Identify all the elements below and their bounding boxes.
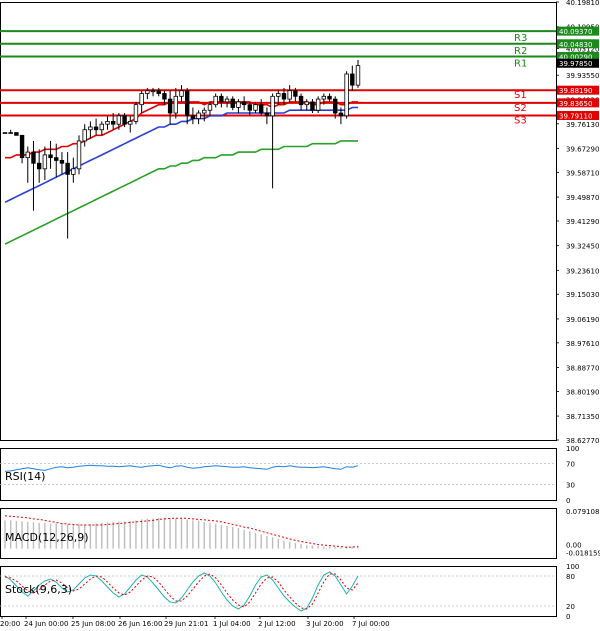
stoch-axis-tick: 100 [566, 563, 579, 571]
price-axis-tick: 39.41290 [566, 218, 599, 226]
candle [2, 132, 8, 134]
price-axis-tick: 39.06190 [566, 316, 599, 324]
price-axis-tick: 39.32450 [566, 243, 599, 251]
price-panel [0, 2, 557, 441]
macd-axis-tick: -0.018159 [566, 550, 600, 558]
x-axis-label: 26 Jun 16:00 [118, 620, 162, 628]
x-axis-label: 29 Jun 21:01 [164, 620, 208, 628]
price-axis-tick: 40.19810 [566, 0, 599, 7]
macd-axis-tick: 0.079108 [566, 508, 599, 516]
rsi-axis-tick: 30 [566, 481, 575, 489]
level-name-r1: R1 [514, 58, 527, 69]
x-axis-label: 20:00 [0, 620, 20, 628]
price-axis-tick: 39.15030 [566, 291, 599, 299]
level-name-s2: S2 [514, 103, 527, 114]
stoch-title: Stock(9,6,3) [5, 583, 72, 596]
candle [344, 71, 349, 119]
stoch-axis-tick: 0 [566, 613, 570, 621]
candle [315, 96, 321, 114]
x-axis-label: 2 Jul 12:00 [258, 620, 296, 628]
price-axis-tick: 39.23610 [566, 267, 599, 275]
stoch-axis-tick: 80 [566, 573, 575, 581]
price-axis-tick: 38.97610 [566, 340, 599, 348]
macd-axis-tick: 0.00 [566, 542, 582, 550]
candle [133, 101, 139, 125]
rsi-axis-tick: 0 [566, 497, 570, 505]
rsi-panel [0, 448, 557, 501]
price-axis-tick: 38.88770 [566, 364, 599, 372]
price-axis-tick: 38.62770 [566, 437, 599, 445]
x-axis-label: 25 Jun 08:00 [71, 620, 115, 628]
level-name-r3: R3 [514, 33, 527, 44]
price-axis-tick: 39.67290 [566, 145, 599, 153]
rsi-title: RSI(14) [5, 470, 45, 483]
stoch-axis-tick: 20 [566, 603, 575, 611]
x-axis-label: 24 Jun 00:00 [24, 620, 68, 628]
price-axis-tick: 39.93550 [566, 72, 599, 80]
candle [76, 135, 82, 175]
x-axis-label: 1 Jul 04:00 [213, 620, 251, 628]
level-name-r2: R2 [514, 46, 527, 57]
trading-chart: 40.1981040.1095040.0312039.9355039.84830… [0, 0, 600, 628]
candle [14, 132, 19, 136]
level-price-label: 39.83650 [559, 100, 592, 108]
price-axis-tick: 38.71350 [566, 413, 599, 421]
price-axis-tick: 39.58710 [566, 169, 599, 177]
level-name-s1: S1 [514, 90, 527, 101]
price-axis-tick: 38.80190 [566, 388, 599, 396]
level-price-label: 39.88190 [559, 87, 592, 95]
current-price-label: 39.97850 [559, 60, 592, 68]
rsi-axis-tick: 70 [566, 461, 575, 469]
level-price-label: 40.04830 [559, 41, 592, 49]
level-price-label: 40.09370 [559, 28, 592, 36]
level-price-label: 39.79110 [559, 113, 592, 121]
price-axis-tick: 39.49870 [566, 194, 599, 202]
level-name-s3: S3 [514, 116, 527, 127]
stoch-panel [0, 566, 557, 617]
x-axis-label: 7 Jul 00:00 [352, 620, 390, 628]
price-axis-tick: 39.76130 [566, 121, 599, 129]
rsi-axis-tick: 100 [566, 445, 579, 453]
x-axis-label: 3 Jul 20:00 [306, 620, 344, 628]
macd-title: MACD(12,26,9) [5, 531, 89, 544]
